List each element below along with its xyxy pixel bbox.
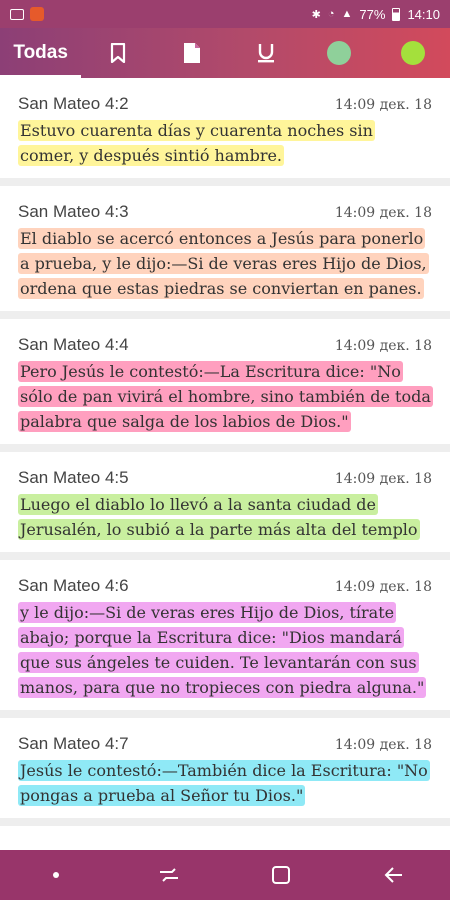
nav-dot-button[interactable]: [26, 850, 86, 900]
back-button[interactable]: [364, 850, 424, 900]
tab-underline[interactable]: [229, 28, 303, 78]
tab-all-label: Todas: [13, 42, 68, 63]
dot-icon: [53, 872, 60, 878]
battery-icon: [392, 7, 401, 21]
color-dot-icon: [327, 41, 352, 65]
color-dot-icon: [401, 41, 426, 65]
back-arrow-icon: [384, 867, 402, 883]
list-item[interactable]: San Mateo 4:6 14:09 дек. 18 y le dijo:—S…: [0, 560, 450, 718]
list-item[interactable]: San Mateo 4:2 14:09 дек. 18 Estuvo cuare…: [0, 78, 450, 186]
timestamp: 14:09 дек. 18: [334, 97, 432, 113]
underline-icon: [257, 44, 274, 63]
timestamp: 14:09 дек. 18: [334, 579, 432, 595]
list-item[interactable]: San Mateo 4:3 14:09 дек. 18 El diablo se…: [0, 186, 450, 319]
tab-bar: Todas: [0, 28, 450, 78]
verse-text: Jesús le contestó:—También dice la Escri…: [18, 760, 430, 806]
timestamp: 14:09 дек. 18: [334, 737, 432, 753]
tab-all[interactable]: Todas: [0, 28, 82, 78]
verse-text: Estuvo cuarenta días y cuarenta noches s…: [18, 120, 375, 166]
timestamp: 14:09 дек. 18: [334, 205, 432, 221]
verse-text: y le dijo:—Si de veras eres Hijo de Dios…: [18, 602, 427, 698]
verse-text: El diablo se acercó entonces a Jesús par…: [18, 228, 429, 299]
verse-reference: San Mateo 4:3: [18, 202, 129, 221]
bookmark-icon: [111, 43, 126, 63]
verse-reference: San Mateo 4:2: [18, 94, 129, 113]
recent-apps-icon: [159, 868, 178, 882]
verse-reference: San Mateo 4:7: [18, 734, 129, 753]
battery-percentage: 77%: [359, 6, 386, 22]
app-notification-icon: [30, 7, 44, 21]
navigation-bar: [0, 850, 450, 900]
list-item[interactable]: San Mateo 4:4 14:09 дек. 18 Pero Jesús l…: [0, 319, 450, 452]
timestamp: 14:09 дек. 18: [334, 471, 432, 487]
tab-highlight-lime[interactable]: [376, 28, 450, 78]
signal-icon: ▲: [341, 8, 353, 20]
list-item[interactable]: San Mateo 4:7 14:09 дек. 18 Jesús le con…: [0, 718, 450, 826]
timestamp: 14:09 дек. 18: [334, 338, 432, 354]
home-button[interactable]: [251, 850, 311, 900]
status-bar: ✱ ◔ ▲ 77% 14:10: [0, 0, 450, 28]
verse-reference: San Mateo 4:4: [18, 335, 129, 354]
verse-text: Pero Jesús le contestó:—La Escritura dic…: [18, 361, 433, 432]
recent-apps-button[interactable]: [139, 850, 199, 900]
note-icon: [183, 43, 200, 63]
tab-bookmarks[interactable]: [81, 28, 155, 78]
home-icon: [272, 866, 291, 884]
bluetooth-icon: ✱: [311, 8, 321, 21]
tab-highlight-green[interactable]: [303, 28, 377, 78]
gallery-notification-icon: [10, 8, 24, 20]
verse-reference: San Mateo 4:6: [18, 576, 129, 595]
wifi-icon: ◔: [327, 8, 335, 20]
clock: 14:10: [407, 6, 440, 22]
verse-reference: San Mateo 4:5: [18, 468, 129, 487]
tab-notes[interactable]: [155, 28, 229, 78]
list-item[interactable]: San Mateo 4:5 14:09 дек. 18 Luego el dia…: [0, 452, 450, 560]
verse-text: Luego el diablo lo llevó a la santa ciud…: [18, 494, 420, 540]
highlight-list: San Mateo 4:2 14:09 дек. 18 Estuvo cuare…: [0, 78, 450, 850]
